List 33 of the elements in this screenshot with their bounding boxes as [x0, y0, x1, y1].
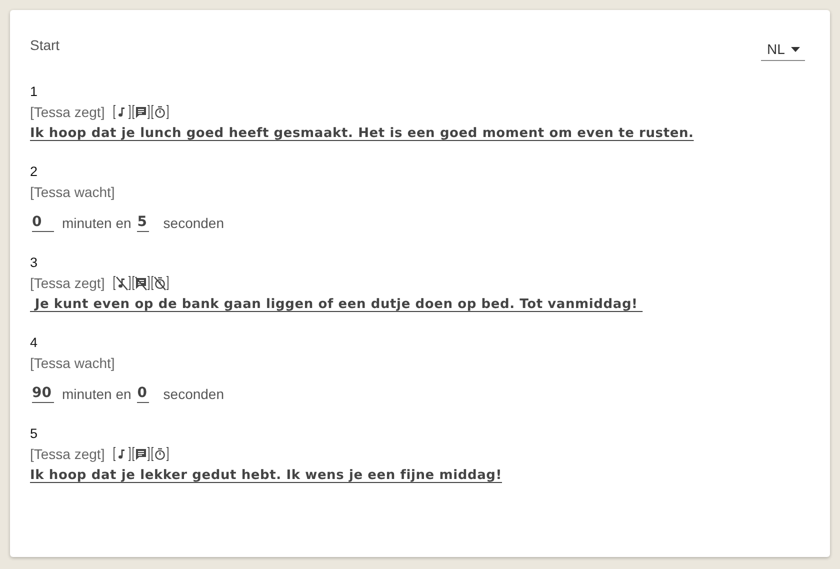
- chat-icon[interactable]: [132, 104, 150, 120]
- music-off-icon[interactable]: [112, 275, 131, 291]
- seconds-field[interactable]: 0: [137, 385, 150, 403]
- step-number: 5: [30, 425, 39, 443]
- step-number: 3: [30, 254, 39, 272]
- minutes-label: minuten en: [62, 386, 132, 402]
- timer-icon[interactable]: [150, 104, 169, 120]
- chat-off-icon[interactable]: [132, 275, 150, 291]
- timer-off-icon[interactable]: [150, 275, 169, 291]
- step-label: [Tessa wacht]: [30, 183, 115, 202]
- minutes-field[interactable]: 0: [32, 214, 54, 232]
- step-number: 2: [30, 163, 39, 181]
- step-label: [Tessa zegt]: [30, 274, 105, 293]
- minutes-label: minuten en: [62, 215, 132, 231]
- caret-icon: [790, 46, 800, 52]
- speech-text[interactable]: Ik hoop dat je lekker gedut hebt. Ik wens je een fijne middag!: [30, 468, 805, 483]
- timer-icon[interactable]: [150, 446, 169, 462]
- seconds-field[interactable]: 5: [137, 214, 150, 232]
- chat-icon[interactable]: [132, 446, 150, 462]
- speech-text[interactable]: Ik hoop dat je lunch goed heeft gesmaakt. Het is een goed moment om even te rusten.: [30, 126, 805, 141]
- music-icon[interactable]: [112, 446, 131, 462]
- step-label: [Tessa wacht]: [30, 354, 115, 373]
- speech-text[interactable]: Je kunt even op de bank gaan liggen of een dutje doen op bed. Tot vanmiddag!: [30, 297, 805, 312]
- page-title: Start: [30, 37, 60, 53]
- language-select[interactable]: NL: [761, 39, 805, 61]
- seconds-label: seconden: [163, 386, 224, 402]
- seconds-label: seconden: [163, 215, 224, 231]
- step-number: 1: [30, 83, 39, 101]
- music-icon[interactable]: [112, 104, 131, 120]
- step-label: [Tessa zegt]: [30, 103, 105, 122]
- step-number: 4: [30, 334, 39, 352]
- minutes-field[interactable]: 90: [32, 385, 54, 403]
- step-label: [Tessa zegt]: [30, 445, 105, 464]
